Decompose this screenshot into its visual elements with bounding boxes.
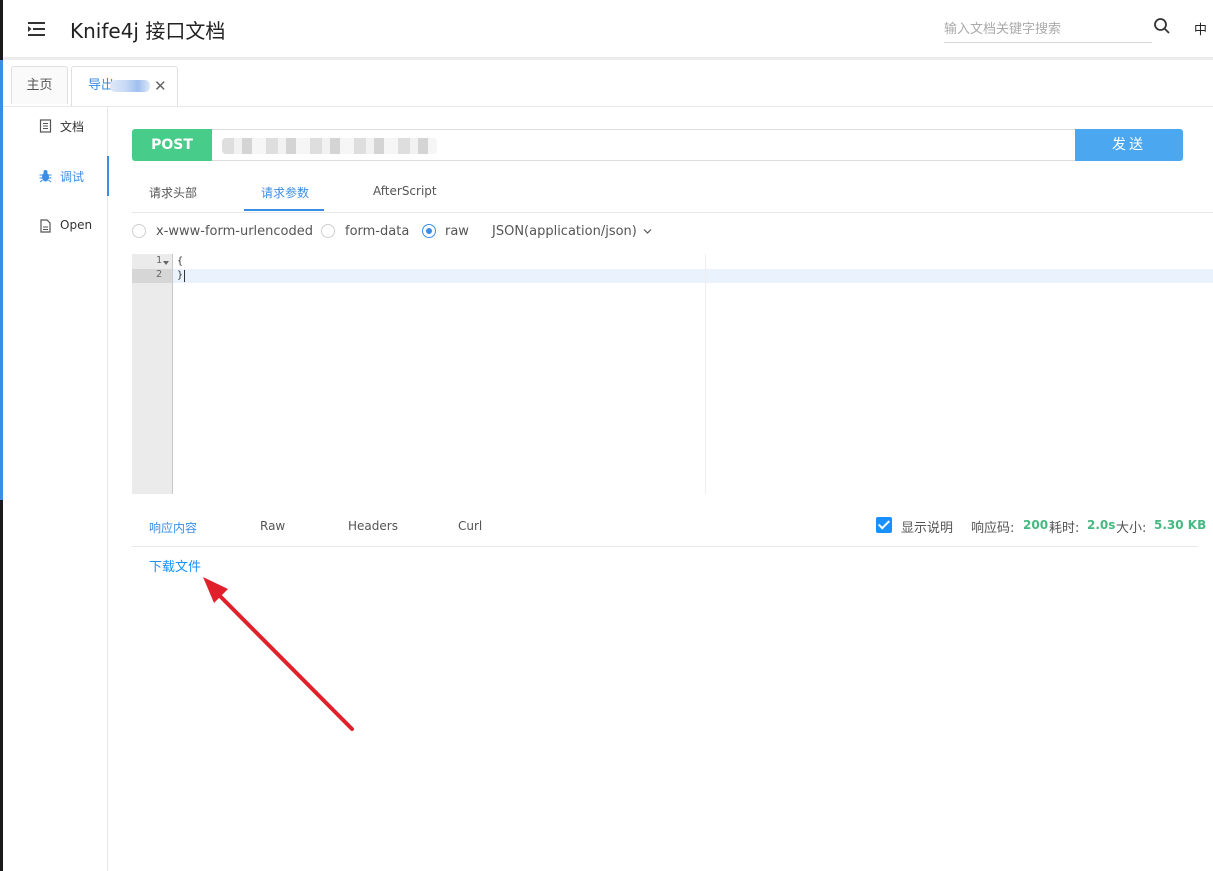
menu-fold-icon[interactable] <box>25 18 47 40</box>
bug-icon <box>39 170 52 183</box>
blurred-url-text <box>222 138 437 154</box>
response-size-label: 大小: <box>1116 521 1147 536</box>
tab-response-headers[interactable]: Headers <box>348 519 398 533</box>
request-tabs: 请求头部 请求参数 AfterScript <box>132 172 1213 213</box>
sidebar: 文档 调试 Open <box>3 106 109 871</box>
radio-label: form-data <box>345 224 410 239</box>
line-number: 2 <box>132 269 172 283</box>
page-tab-bar: 主页 导出 ✕ <box>3 60 1213 107</box>
sidebar-item-label: Open <box>60 218 93 232</box>
blurred-tab-text <box>110 80 150 92</box>
download-file-link[interactable]: 下载文件 <box>149 556 201 575</box>
show-description-checkbox[interactable] <box>876 517 892 533</box>
elapsed-time-value: 2.0s <box>1087 518 1116 532</box>
line-number: 1 <box>132 255 172 269</box>
content-type-value: JSON(application/json) <box>492 224 637 239</box>
print-margin <box>705 254 706 494</box>
response-size-value: 5.30 KB <box>1154 518 1207 532</box>
sidebar-item-document[interactable]: 文档 <box>3 106 107 146</box>
tab-response-content[interactable]: 响应内容 <box>149 519 197 536</box>
elapsed-time-label: 耗时: <box>1049 521 1080 536</box>
show-description-label: 显示说明 <box>901 521 954 536</box>
tab-response-raw[interactable]: Raw <box>260 519 285 533</box>
status-code-label: 响应码: <box>971 521 1015 536</box>
editor-gutter: 1 2 <box>132 254 173 494</box>
tab-afterscript[interactable]: AfterScript <box>373 184 437 198</box>
app-title: Knife4j 接口文档 <box>70 19 226 43</box>
file-icon <box>40 219 51 233</box>
fold-arrow-icon <box>163 261 169 265</box>
language-switch[interactable]: 中 <box>1194 19 1207 38</box>
radio-urlencoded[interactable] <box>132 224 146 238</box>
text-cursor <box>184 270 185 282</box>
active-line-highlight <box>173 269 1213 283</box>
active-tab-indicator <box>244 209 324 211</box>
status-code-value: 200 <box>1023 518 1049 532</box>
search-input[interactable] <box>944 14 1152 43</box>
chevron-down-icon <box>643 229 652 234</box>
radio-label: raw <box>445 224 469 239</box>
app-header: Knife4j 接口文档 中 <box>3 0 1213 60</box>
sidebar-item-open[interactable]: Open <box>3 206 107 246</box>
tab-request-params[interactable]: 请求参数 <box>261 184 309 201</box>
sidebar-item-label: 文档 <box>60 120 85 134</box>
close-icon[interactable]: ✕ <box>154 67 167 105</box>
radio-label: x-www-form-urlencoded <box>156 224 314 239</box>
tab-export[interactable]: 导出 ✕ <box>71 66 178 106</box>
send-button[interactable]: 发送 <box>1075 129 1183 161</box>
radio-raw[interactable] <box>422 224 436 238</box>
response-tabs: 响应内容 Raw Headers Curl 显示说明 响应码: 200 耗时: … <box>132 506 1206 547</box>
request-body-editor[interactable]: 1 2 { } <box>132 254 1213 494</box>
request-url-input[interactable] <box>212 129 1076 161</box>
search-icon[interactable] <box>1153 17 1171 35</box>
content-type-select[interactable]: JSON(application/json) <box>492 224 652 239</box>
sidebar-item-label: 调试 <box>60 170 85 184</box>
sidebar-item-debug[interactable]: 调试 <box>3 156 109 196</box>
http-method-badge: POST <box>132 129 212 161</box>
document-icon <box>39 119 52 133</box>
tab-home[interactable]: 主页 <box>11 66 68 104</box>
radio-form-data[interactable] <box>321 224 335 238</box>
code-line: } <box>177 270 184 281</box>
code-line: { <box>177 256 184 267</box>
tab-request-headers[interactable]: 请求头部 <box>149 184 197 201</box>
tab-response-curl[interactable]: Curl <box>458 519 482 533</box>
